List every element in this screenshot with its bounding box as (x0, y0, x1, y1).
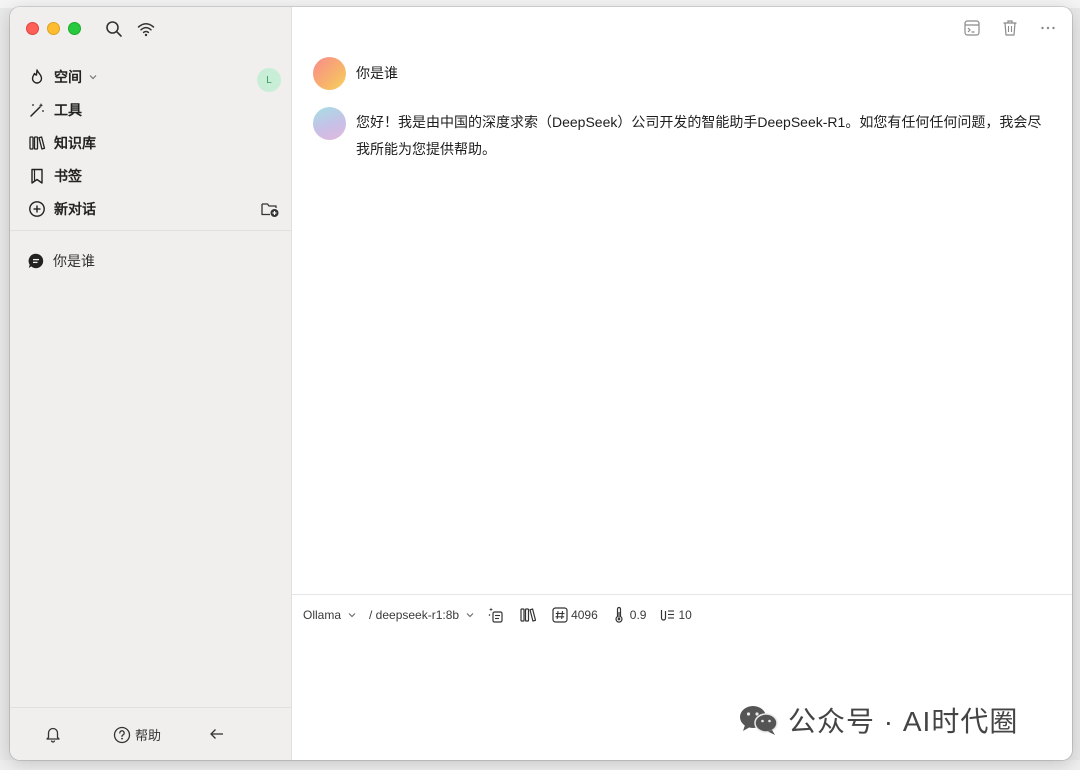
composer-divider (292, 594, 1072, 595)
sidebar-item-knowledge-base[interactable]: 知识库 (10, 126, 292, 159)
flame-icon (28, 68, 46, 86)
chevron-down-icon (347, 610, 357, 620)
prompt-tools-button[interactable] (487, 606, 507, 624)
bell-icon[interactable] (44, 725, 62, 743)
model-select[interactable]: / deepseek-r1:8b (369, 608, 475, 622)
chevron-down-icon (465, 610, 475, 620)
sidebar-nav: 空间 L 工具 知识库 书签 新对话 (10, 60, 292, 225)
magic-wand-icon (28, 101, 46, 119)
help-label: 帮助 (135, 728, 162, 743)
books-icon (519, 606, 537, 624)
books-icon (28, 134, 46, 152)
chat-bubble-icon (27, 252, 45, 270)
app-window: 空间 L 工具 知识库 书签 新对话 你是谁 帮助 你是谁 您好！我是由中国的深… (10, 7, 1072, 760)
composer-toolbar: Ollama / deepseek-r1:8b 4096 0.9 10 (303, 605, 704, 625)
collapse-sidebar-arrow-icon[interactable] (208, 725, 226, 743)
help-button[interactable]: 帮助 (113, 725, 161, 744)
sidebar-item-label: 空间 (54, 68, 82, 85)
temperature-setting[interactable]: 0.9 (610, 606, 647, 624)
assistant-avatar-icon (313, 107, 346, 140)
knowledge-base-button[interactable] (519, 606, 539, 624)
sidebar-item-space[interactable]: 空间 L (10, 60, 292, 93)
chat-panel: 你是谁 您好！我是由中国的深度求索（DeepSeek）公司开发的智能助手Deep… (292, 7, 1072, 760)
sidebar-footer: 帮助 (10, 707, 292, 760)
chevron-down-icon (88, 72, 98, 82)
model-label: / deepseek-r1:8b (369, 608, 460, 622)
terminal-icon[interactable] (962, 18, 982, 38)
watermark-text: 公众号 · AI时代圈 (788, 706, 1019, 737)
more-options-icon[interactable] (1038, 18, 1058, 38)
message-user: 你是谁 (313, 57, 1046, 90)
message-text: 你是谁 (356, 65, 398, 81)
sidebar-item-new-chat[interactable]: 新对话 (10, 192, 292, 225)
user-avatar-icon (313, 57, 346, 90)
context-count-value: 10 (678, 608, 692, 622)
sidebar-item-bookmarks[interactable]: 书签 (10, 159, 292, 192)
wifi-icon[interactable] (136, 19, 156, 39)
provider-label: Ollama (303, 608, 342, 622)
minimize-window-button[interactable] (47, 22, 60, 35)
chat-toolbar (962, 18, 1058, 38)
watermark: 公众号 · AI时代圈 (738, 700, 1018, 740)
search-icon[interactable] (104, 19, 124, 39)
new-folder-icon[interactable] (260, 199, 280, 219)
conversation-item[interactable]: 你是谁 (10, 245, 292, 277)
sidebar-item-label: 工具 (54, 101, 82, 118)
conversation-title: 你是谁 (53, 253, 95, 269)
question-circle-icon (113, 726, 131, 744)
sidebar-divider (10, 230, 292, 231)
close-window-button[interactable] (26, 22, 39, 35)
provider-select[interactable]: Ollama (303, 608, 357, 622)
max-tokens-value: 4096 (571, 608, 598, 622)
sidebar-item-label: 新对话 (54, 200, 96, 217)
context-count-setting[interactable]: 10 (658, 606, 692, 624)
sidebar-item-label: 书签 (54, 167, 82, 184)
sidebar-item-tools[interactable]: 工具 (10, 93, 292, 126)
bookmark-icon (28, 167, 46, 185)
context-list-icon (658, 606, 676, 624)
sparkle-prompt-icon (487, 606, 505, 624)
plus-circle-icon (28, 200, 46, 218)
trash-icon[interactable] (1000, 18, 1020, 38)
message-assistant: 您好！我是由中国的深度求索（DeepSeek）公司开发的智能助手DeepSeek… (313, 107, 1046, 163)
sidebar-item-label: 知识库 (54, 134, 96, 151)
maximize-window-button[interactable] (68, 22, 81, 35)
desktop-background-bottom (0, 760, 1080, 770)
max-tokens-setting[interactable]: 4096 (551, 606, 598, 624)
sidebar: 空间 L 工具 知识库 书签 新对话 你是谁 帮助 (10, 7, 292, 760)
message-text: 您好！我是由中国的深度求索（DeepSeek）公司开发的智能助手DeepSeek… (356, 114, 1042, 157)
wechat-logo-icon (738, 703, 780, 737)
thermometer-icon (610, 606, 628, 624)
temperature-value: 0.9 (629, 608, 647, 622)
hash-icon (551, 606, 569, 624)
user-avatar[interactable]: L (257, 68, 281, 92)
window-controls (26, 22, 81, 35)
